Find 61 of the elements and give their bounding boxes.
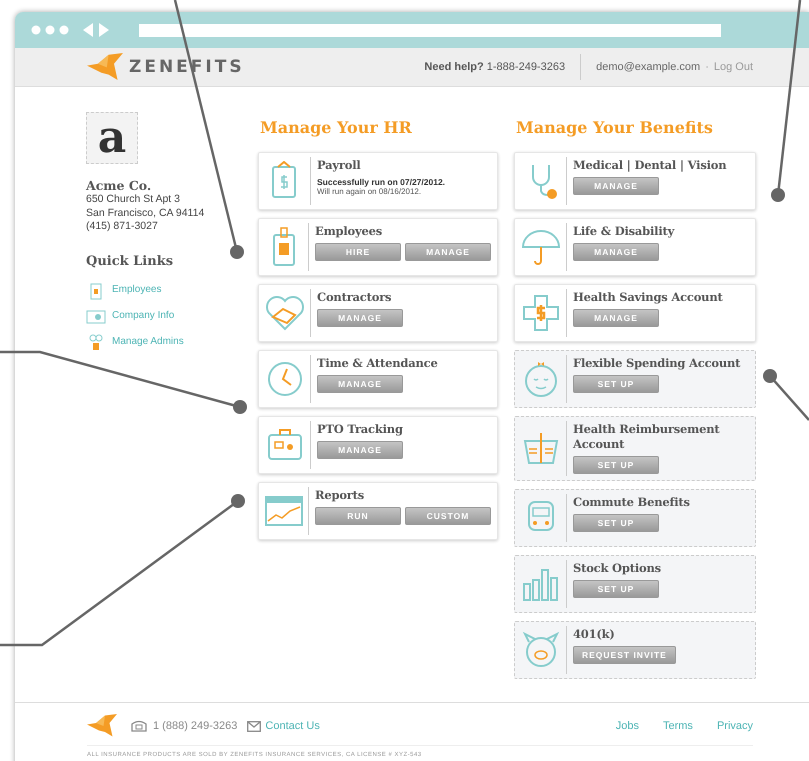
card-title: Employees — [315, 224, 384, 239]
action-button[interactable]: SET UP — [573, 580, 659, 598]
footer-link[interactable]: Jobs — [616, 720, 639, 732]
action-button[interactable]: MANAGE — [317, 441, 403, 459]
card-title: Time & Attendance — [317, 356, 439, 371]
card-title: Commute Benefits — [573, 495, 691, 510]
piggy-bank-icon — [520, 630, 560, 670]
card-title: PTO Tracking — [317, 422, 404, 437]
action-button[interactable]: MANAGE — [573, 243, 659, 261]
card-title: Medical | Dental | Vision — [573, 158, 728, 173]
company-name: Acme Co. — [86, 178, 152, 193]
bird-logo-icon — [87, 714, 117, 738]
action-button[interactable]: MANAGE — [573, 309, 659, 327]
card-title: Stock Options — [573, 561, 662, 576]
action-button[interactable]: HIRE — [315, 243, 401, 261]
action-button[interactable]: SET UP — [573, 375, 659, 393]
back-forward-icon[interactable] — [83, 23, 111, 37]
card-title: Contractors — [317, 290, 392, 305]
quick-link[interactable]: Company Info — [86, 302, 258, 328]
separator-dot: · — [705, 61, 709, 73]
address-field[interactable] — [139, 24, 721, 36]
address-line: San Francisco, CA 94114 — [86, 206, 206, 220]
action-button[interactable]: SET UP — [573, 456, 659, 474]
action-button[interactable]: MANAGE — [405, 243, 491, 261]
action-button[interactable]: MANAGE — [317, 375, 403, 393]
status-text: Successfully run on 07/27/2012. — [317, 177, 446, 187]
section-title: Manage Your Benefits — [516, 118, 714, 138]
umbrella-icon — [520, 227, 560, 267]
medical-cross-icon — [520, 293, 560, 333]
card-title: Reports — [315, 488, 366, 503]
action-button[interactable]: CUSTOM — [405, 507, 491, 525]
logout-link[interactable]: Log Out — [714, 61, 753, 73]
window-dots-icon — [31, 25, 69, 35]
card-title: Health Savings Account — [573, 290, 724, 305]
action-button[interactable]: REQUEST INVITE — [573, 646, 676, 664]
account-email: demo@example.com — [596, 61, 700, 73]
status-note: Will run again on 08/16/2012. — [317, 187, 422, 196]
action-button[interactable]: SET UP — [573, 514, 659, 532]
mail-icon — [247, 720, 262, 732]
help-text: Need help? 1-888-249-3263 — [424, 61, 566, 73]
card-title: 401(k) — [573, 627, 616, 642]
card-title: Life & Disability — [573, 224, 676, 239]
footer-link[interactable]: Terms — [662, 720, 693, 732]
company-logo: a — [86, 112, 138, 164]
contact-link[interactable]: Contact Us — [265, 720, 320, 732]
callout-line — [763, 369, 809, 421]
section-title: Manage Your HR — [260, 118, 413, 138]
address-line: 650 Church St Apt 3 — [86, 193, 181, 206]
action-button[interactable]: RUN — [315, 507, 401, 525]
card-title: Payroll — [317, 158, 362, 173]
quick-link[interactable]: Employees — [86, 276, 258, 302]
card-title: Flexible Spending Account — [573, 356, 742, 371]
action-button[interactable]: MANAGE — [317, 309, 403, 327]
section-title: Quick Links — [86, 254, 174, 268]
bird-logo-icon — [87, 52, 123, 82]
action-button[interactable]: MANAGE — [573, 177, 659, 195]
address-line: (415) 871-3027 — [86, 220, 159, 234]
footer-link[interactable]: Privacy — [716, 720, 753, 732]
footer-phone: 1 (888) 249-3263 — [153, 720, 238, 732]
card-title: Health Reimbursement Account — [573, 422, 721, 452]
quick-link[interactable]: Manage Admins — [86, 328, 258, 354]
